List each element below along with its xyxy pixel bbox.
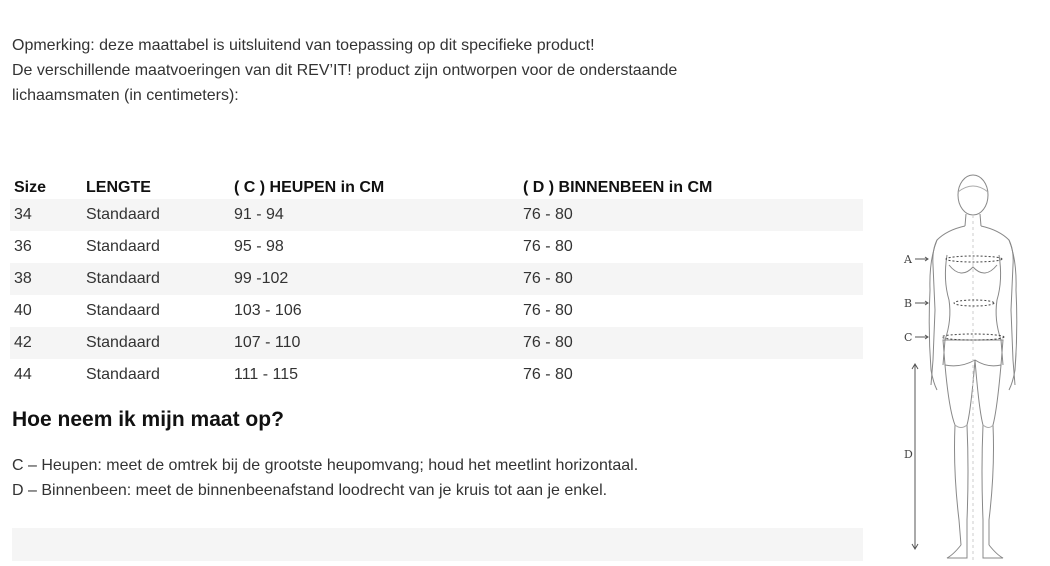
table-header-row: Size LENGTE ( C ) HEUPEN in CM ( D ) BIN… — [10, 169, 863, 199]
cell-size: 44 — [14, 366, 32, 383]
table-row: 44 Standaard 111 - 115 76 - 80 — [10, 359, 863, 391]
label-a: A — [903, 253, 913, 266]
header-lengte: LENGTE — [86, 179, 151, 196]
cell-heupen: 111 - 115 — [234, 366, 299, 383]
cell-heupen: 91 - 94 — [234, 206, 284, 223]
cell-binnenbeen: 76 - 80 — [523, 302, 573, 319]
label-arrows — [915, 256, 929, 340]
cell-binnenbeen: 76 - 80 — [523, 270, 573, 287]
cell-binnenbeen: 76 - 80 — [523, 366, 573, 383]
cell-lengte: Standaard — [86, 334, 160, 351]
intro-description: De verschillende maatvoeringen van dit R… — [12, 62, 678, 79]
header-binnenbeen: ( D ) BINNENBEEN in CM — [523, 179, 713, 196]
cell-size: 36 — [14, 238, 32, 255]
cell-binnenbeen: 76 - 80 — [523, 334, 573, 351]
female-body-outline — [928, 174, 1018, 560]
header-heupen: ( C ) HEUPEN in CM — [234, 179, 385, 196]
howto-heading: Hoe neem ik mijn maat op? — [12, 408, 284, 431]
cell-binnenbeen: 76 - 80 — [523, 206, 573, 223]
measure-instructions: C – Heupen: meet de omtrek bij de groots… — [12, 453, 638, 503]
cell-binnenbeen: 76 - 80 — [523, 238, 573, 255]
intro-description-cont: lichaamsmaten (in centimeters): — [12, 87, 239, 104]
label-b: B — [904, 297, 912, 310]
cell-heupen: 107 - 110 — [234, 334, 301, 351]
cell-size: 34 — [14, 206, 32, 223]
table-row: 34 Standaard 91 - 94 76 - 80 — [10, 199, 863, 231]
label-c: C — [904, 331, 912, 344]
body-figure-svg: A B C D — [903, 174, 1018, 560]
body-measurement-figure: A B C D — [895, 170, 1035, 561]
cell-lengte: Standaard — [86, 206, 160, 223]
cell-heupen: 95 - 98 — [234, 238, 284, 255]
table-row: 42 Standaard 107 - 110 76 - 80 — [10, 327, 863, 359]
cell-heupen: 103 - 106 — [234, 302, 302, 319]
table-row: 36 Standaard 95 - 98 76 - 80 — [10, 231, 863, 263]
instruction-inseam: D – Binnenbeen: meet de binnenbeenafstan… — [12, 482, 608, 499]
cell-heupen: 99 -102 — [234, 270, 289, 287]
cell-lengte: Standaard — [86, 238, 160, 255]
inseam-arrow — [911, 363, 919, 550]
cell-size: 42 — [14, 334, 32, 351]
cell-size: 38 — [14, 270, 32, 287]
table-row: 40 Standaard 103 - 106 76 - 80 — [10, 295, 863, 327]
cell-lengte: Standaard — [86, 302, 160, 319]
cell-lengte: Standaard — [86, 270, 160, 287]
measurement-lines — [941, 255, 1005, 341]
size-table: Size LENGTE ( C ) HEUPEN in CM ( D ) BIN… — [10, 169, 863, 391]
label-d: D — [904, 448, 913, 461]
instruction-hips: C – Heupen: meet de omtrek bij de groots… — [12, 457, 639, 474]
intro-text: Opmerking: deze maattabel is uitsluitend… — [12, 33, 872, 108]
header-size: Size — [14, 179, 47, 196]
table-row: 38 Standaard 99 -102 76 - 80 — [10, 263, 863, 295]
intro-note: Opmerking: deze maattabel is uitsluitend… — [12, 37, 595, 54]
cell-size: 40 — [14, 302, 32, 319]
footer-bar — [12, 528, 863, 561]
cell-lengte: Standaard — [86, 366, 160, 383]
